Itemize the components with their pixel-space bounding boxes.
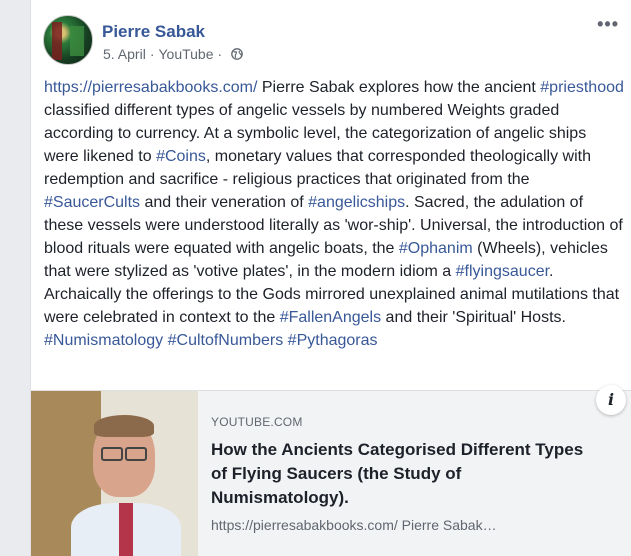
hashtag-link[interactable]: #angelicships bbox=[308, 194, 405, 211]
hashtag-link[interactable]: #FallenAngels bbox=[280, 309, 381, 326]
thumbnail-hair bbox=[94, 415, 154, 437]
hashtag-link[interactable]: #Coins bbox=[156, 148, 206, 165]
avatar-detail bbox=[52, 22, 62, 60]
post-header: Pierre Sabak 5. April · YouTube · ••• bbox=[43, 15, 618, 65]
hashtag-link[interactable]: #CultofNumbers bbox=[168, 332, 284, 349]
more-options-icon[interactable]: ••• bbox=[597, 15, 619, 33]
hashtag-link[interactable]: #Ophanim bbox=[399, 240, 473, 257]
info-icon[interactable]: i bbox=[596, 385, 626, 415]
avatar-detail bbox=[70, 26, 84, 56]
hashtag-link[interactable]: #SaucerCults bbox=[44, 194, 140, 211]
message-text: and their veneration of bbox=[140, 194, 309, 211]
author-name-link[interactable]: Pierre Sabak bbox=[102, 22, 205, 42]
meta-separator: · bbox=[217, 46, 223, 62]
link-title[interactable]: How the Ancients Categorised Different T… bbox=[211, 438, 601, 510]
link-preview-card[interactable]: YOUTUBE.COM How the Ancients Categorised… bbox=[31, 385, 631, 556]
hashtag-link[interactable]: #priesthood bbox=[540, 79, 624, 96]
author-avatar[interactable] bbox=[43, 15, 93, 65]
thumbnail-tie bbox=[119, 503, 133, 556]
feed-post: Pierre Sabak 5. April · YouTube · ••• ht… bbox=[30, 0, 631, 556]
url-link[interactable]: https://pierresabakbooks.com/ bbox=[44, 79, 257, 96]
link-preview-text[interactable]: YOUTUBE.COM How the Ancients Categorised… bbox=[211, 415, 611, 533]
meta-separator: · bbox=[149, 46, 155, 62]
link-description: https://pierresabakbooks.com/ Pierre Sab… bbox=[211, 517, 497, 533]
message-text: Pierre Sabak explores how the ancient bbox=[257, 79, 541, 96]
video-thumbnail[interactable] bbox=[31, 391, 198, 556]
hashtag-link[interactable]: #flyingsaucer bbox=[456, 263, 549, 280]
message-text: and their 'Spiritual' Hosts. bbox=[381, 309, 566, 326]
post-message: https://pierresabakbooks.com/ Pierre Sab… bbox=[44, 76, 624, 352]
hashtag-link[interactable]: #Pythagoras bbox=[288, 332, 378, 349]
hashtag-link[interactable]: #Numismatology bbox=[44, 332, 163, 349]
link-domain: YOUTUBE.COM bbox=[211, 415, 303, 429]
post-source: YouTube bbox=[158, 46, 214, 62]
post-date-link[interactable]: 5. April bbox=[103, 46, 146, 62]
post-meta: 5. April · YouTube · bbox=[103, 46, 244, 62]
thumbnail-glasses bbox=[125, 447, 147, 461]
thumbnail-glasses bbox=[101, 447, 123, 461]
globe-icon[interactable] bbox=[231, 48, 244, 60]
